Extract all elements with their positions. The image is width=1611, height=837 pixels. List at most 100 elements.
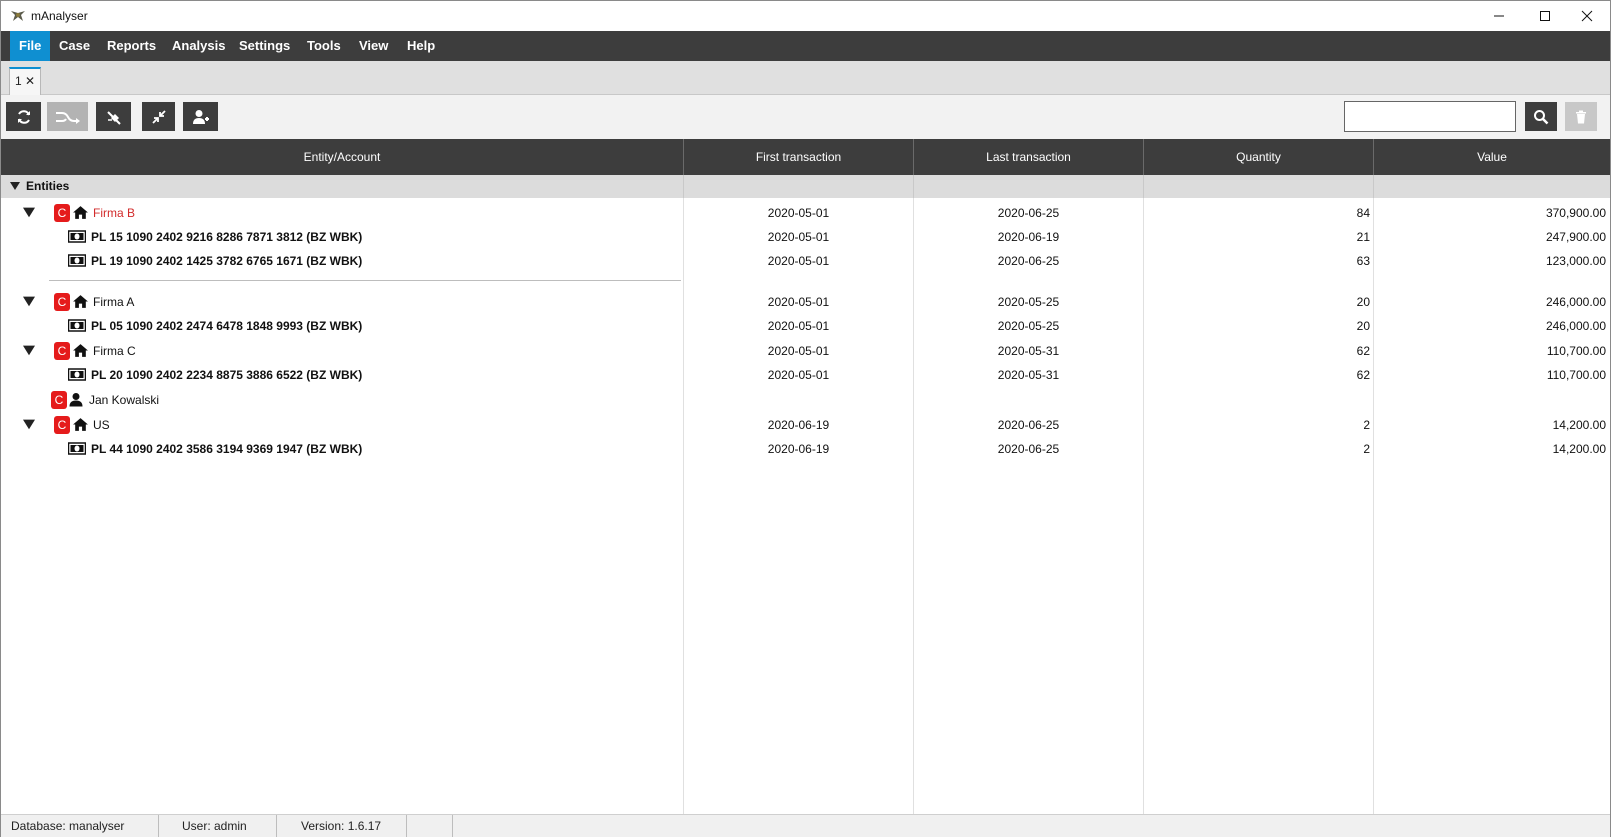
tree-row-account[interactable]: PL 15 1090 2402 9216 8286 7871 3812 (BZ … — [1, 225, 1610, 249]
quantity: 62 — [1356, 368, 1370, 382]
account-name: PL 19 1090 2402 1425 3782 6765 1671 (BZ … — [91, 254, 363, 268]
menu-case[interactable]: Case — [50, 31, 99, 61]
last-transaction: 2020-06-25 — [997, 442, 1060, 456]
tree-row-entity[interactable]: C Firma C 2020-05-01 2020-05-31 62 110,7… — [1, 339, 1610, 363]
menu-help[interactable]: Help — [398, 31, 444, 61]
group-row-entities[interactable]: Entities — [1, 175, 1610, 198]
value: 123,000.00 — [1545, 254, 1606, 268]
value: 110,700.00 — [1546, 344, 1606, 358]
last-transaction: 2020-06-25 — [997, 418, 1060, 432]
close-window-button[interactable] — [1564, 1, 1610, 31]
menu-settings[interactable]: Settings — [230, 31, 299, 61]
column-header-quantity[interactable]: Quantity — [1144, 139, 1374, 175]
expander-icon[interactable] — [23, 296, 35, 308]
maximize-button[interactable] — [1522, 1, 1568, 31]
tree-row-account[interactable]: PL 19 1090 2402 1425 3782 6765 1671 (BZ … — [1, 249, 1610, 273]
first-transaction: 2020-06-19 — [767, 442, 830, 456]
value: 14,200.00 — [1552, 418, 1606, 432]
person-icon — [69, 393, 83, 407]
status-bar: Database: manalyser User: admin Version:… — [1, 814, 1610, 837]
maximize-icon — [1540, 11, 1550, 21]
value: 246,000.00 — [1545, 295, 1606, 309]
entity-name: Firma B — [93, 206, 135, 220]
account-name: PL 20 1090 2402 2234 8875 3886 6522 (BZ … — [91, 368, 363, 382]
menu-file[interactable]: File — [10, 31, 51, 61]
value: 247,900.00 — [1545, 230, 1606, 244]
refresh-button[interactable] — [6, 102, 41, 131]
tree-row-entity[interactable]: C US 2020-06-19 2020-06-25 2 14,200.00 — [1, 413, 1610, 437]
case-badge: C — [54, 293, 70, 311]
last-transaction: 2020-06-25 — [997, 254, 1060, 268]
account-name: PL 05 1090 2402 2474 6478 1848 9993 (BZ … — [91, 319, 363, 333]
menu-reports[interactable]: Reports — [98, 31, 165, 61]
quantity: 62 — [1356, 344, 1370, 358]
collapse-button[interactable] — [142, 102, 175, 131]
search-input[interactable] — [1344, 101, 1516, 132]
minimize-button[interactable] — [1476, 1, 1522, 31]
first-transaction: 2020-05-01 — [767, 344, 830, 358]
search-icon — [1534, 109, 1549, 124]
tag-remove-button[interactable] — [96, 102, 131, 131]
menu-analysis[interactable]: Analysis — [163, 31, 234, 61]
first-transaction: 2020-06-19 — [767, 418, 830, 432]
tree-row-person[interactable]: C Jan Kowalski — [1, 388, 1610, 412]
first-transaction: 2020-05-01 — [767, 230, 830, 244]
expander-icon[interactable] — [23, 207, 35, 219]
column-header-last-transaction[interactable]: Last transaction — [914, 139, 1144, 175]
status-user: User: admin — [159, 815, 277, 837]
grid-header: Entity/Account First transaction Last tr… — [1, 139, 1610, 175]
entity-name: Firma A — [93, 295, 135, 309]
menu-tools[interactable]: Tools — [298, 31, 350, 61]
column-header-value[interactable]: Value — [1374, 139, 1610, 175]
value: 14,200.00 — [1552, 442, 1606, 456]
search-button[interactable] — [1525, 102, 1557, 131]
status-empty — [407, 815, 453, 837]
menu-view[interactable]: View — [350, 31, 397, 61]
tree-row-account[interactable]: PL 44 1090 2402 3586 3194 9369 1947 (BZ … — [1, 437, 1610, 461]
app-logo-icon — [10, 9, 26, 23]
document-tab-bar: 1 ✕ — [1, 61, 1610, 95]
last-transaction: 2020-06-25 — [997, 206, 1060, 220]
last-transaction: 2020-05-31 — [997, 368, 1060, 382]
status-database: Database: manalyser — [1, 815, 159, 837]
banknote-icon — [68, 230, 86, 243]
last-transaction: 2020-06-19 — [997, 230, 1060, 244]
first-transaction: 2020-05-01 — [767, 368, 830, 382]
title-bar: mAnalyser — [0, 0, 1611, 31]
quantity: 2 — [1363, 418, 1370, 432]
case-badge: C — [54, 416, 70, 434]
tree-row-entity[interactable]: C Firma B 2020-05-01 2020-06-25 84 370,9… — [1, 201, 1610, 225]
last-transaction: 2020-05-31 — [997, 344, 1060, 358]
case-badge: C — [54, 342, 70, 360]
close-icon — [1581, 10, 1593, 22]
tree-row-entity[interactable]: C Firma A 2020-05-01 2020-05-25 20 246,0… — [1, 290, 1610, 314]
add-user-button[interactable] — [183, 102, 218, 131]
add-user-icon — [192, 109, 209, 124]
column-header-entity-account[interactable]: Entity/Account — [1, 139, 684, 175]
quantity: 63 — [1356, 254, 1370, 268]
banknote-icon — [68, 368, 86, 381]
banknote-icon — [68, 442, 86, 455]
expander-icon[interactable] — [23, 345, 35, 357]
home-icon — [73, 206, 88, 219]
flow-button[interactable] — [47, 102, 88, 131]
entity-name: US — [93, 418, 110, 432]
home-icon — [73, 418, 88, 431]
tree-row-account[interactable]: PL 05 1090 2402 2474 6478 1848 9993 (BZ … — [1, 314, 1610, 338]
tab-1[interactable]: 1 ✕ — [9, 67, 41, 95]
row-separator — [49, 280, 681, 281]
trash-icon — [1576, 110, 1586, 123]
tree-row-account[interactable]: PL 20 1090 2402 2234 8875 3886 6522 (BZ … — [1, 363, 1610, 387]
toolbar — [1, 95, 1610, 139]
quantity: 20 — [1356, 295, 1370, 309]
tag-remove-icon — [106, 110, 121, 125]
case-badge: C — [54, 204, 70, 222]
quantity: 20 — [1356, 319, 1370, 333]
column-header-first-transaction[interactable]: First transaction — [684, 139, 914, 175]
delete-button[interactable] — [1565, 102, 1597, 131]
expander-icon[interactable] — [23, 419, 35, 431]
menu-bar: File Case Reports Analysis Settings Tool… — [1, 31, 1610, 61]
last-transaction: 2020-05-25 — [997, 295, 1060, 309]
home-icon — [73, 344, 88, 357]
chevron-down-icon[interactable] — [10, 182, 20, 191]
